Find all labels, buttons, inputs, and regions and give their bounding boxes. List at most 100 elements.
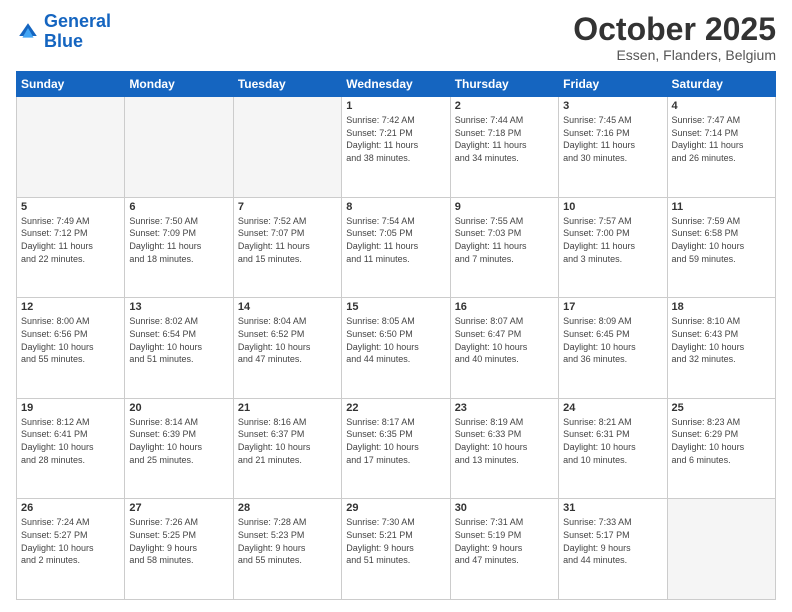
header: General Blue October 2025 Essen, Flander… <box>16 12 776 63</box>
calendar-cell-w4-d2: 28Sunrise: 7:28 AM Sunset: 5:23 PM Dayli… <box>233 499 341 600</box>
calendar-cell-w2-d4: 16 Sunrise: 8:07 AM Sunset: 6:47 PM Dayli… <box>450 298 558 399</box>
calendar-cell-w1-d3: 8 Sunrise: 7:54 AM Sunset: 7:05 PM Daylig… <box>342 197 450 298</box>
calendar-cell-w0-d3: 1 Sunrise: 7:42 AM Sunset: 7:21 PM Daylig… <box>342 97 450 198</box>
day-info: Sunrise: 7:52 AM Sunset: 7:07 PM Dayligh… <box>238 215 337 265</box>
week-row-1: 5 Sunrise: 7:49 AM Sunset: 7:12 PM Daylig… <box>17 197 776 298</box>
day-info: Sunrise: 7:55 AM Sunset: 7:03 PM Dayligh… <box>455 215 554 265</box>
day-number: 1 <box>346 100 445 112</box>
calendar-cell-w2-d5: 17 Sunrise: 8:09 AM Sunset: 6:45 PM Dayli… <box>559 298 667 399</box>
day-info: Sunrise: 7:30 AM Sunset: 5:21 PM Dayligh… <box>346 516 445 566</box>
day-number: 25 <box>672 402 771 414</box>
calendar-cell-w3-d6: 25 Sunrise: 8:23 AM Sunset: 6:29 PM Dayli… <box>667 398 775 499</box>
day-number: 22 <box>346 402 445 414</box>
month-title: October 2025 <box>573 12 776 47</box>
week-row-0: 1 Sunrise: 7:42 AM Sunset: 7:21 PM Daylig… <box>17 97 776 198</box>
logo-icon <box>16 20 40 44</box>
day-info: Sunrise: 8:19 AM Sunset: 6:33 PM Dayligh… <box>455 416 554 466</box>
week-row-4: 26Sunrise: 7:24 AM Sunset: 5:27 PM Dayli… <box>17 499 776 600</box>
day-number: 20 <box>129 402 228 414</box>
calendar-cell-w4-d6 <box>667 499 775 600</box>
day-number: 8 <box>346 201 445 213</box>
day-info: Sunrise: 7:44 AM Sunset: 7:18 PM Dayligh… <box>455 114 554 164</box>
logo-line1: General <box>44 11 111 31</box>
col-wednesday: Wednesday <box>342 72 450 97</box>
day-info: Sunrise: 7:33 AM Sunset: 5:17 PM Dayligh… <box>563 516 662 566</box>
calendar-cell-w1-d4: 9 Sunrise: 7:55 AM Sunset: 7:03 PM Daylig… <box>450 197 558 298</box>
day-info: Sunrise: 7:54 AM Sunset: 7:05 PM Dayligh… <box>346 215 445 265</box>
day-info: Sunrise: 8:02 AM Sunset: 6:54 PM Dayligh… <box>129 315 228 365</box>
day-info: Sunrise: 8:05 AM Sunset: 6:50 PM Dayligh… <box>346 315 445 365</box>
day-info: Sunrise: 8:21 AM Sunset: 6:31 PM Dayligh… <box>563 416 662 466</box>
calendar-cell-w0-d4: 2Sunrise: 7:44 AM Sunset: 7:18 PM Daylig… <box>450 97 558 198</box>
day-number: 19 <box>21 402 120 414</box>
calendar-cell-w0-d5: 3 Sunrise: 7:45 AM Sunset: 7:16 PM Daylig… <box>559 97 667 198</box>
calendar-cell-w2-d0: 12 Sunrise: 8:00 AM Sunset: 6:56 PM Dayli… <box>17 298 125 399</box>
day-number: 5 <box>21 201 120 213</box>
day-info: Sunrise: 8:12 AM Sunset: 6:41 PM Dayligh… <box>21 416 120 466</box>
day-number: 3 <box>563 100 662 112</box>
day-number: 7 <box>238 201 337 213</box>
calendar-cell-w2-d6: 18 Sunrise: 8:10 AM Sunset: 6:43 PM Dayli… <box>667 298 775 399</box>
day-number: 12 <box>21 301 120 313</box>
calendar-cell-w4-d4: 30 Sunrise: 7:31 AM Sunset: 5:19 PM Dayli… <box>450 499 558 600</box>
day-info: Sunrise: 8:17 AM Sunset: 6:35 PM Dayligh… <box>346 416 445 466</box>
logo: General Blue <box>16 12 111 52</box>
calendar-cell-w4-d3: 29Sunrise: 7:30 AM Sunset: 5:21 PM Dayli… <box>342 499 450 600</box>
day-info: Sunrise: 7:50 AM Sunset: 7:09 PM Dayligh… <box>129 215 228 265</box>
calendar-cell-w3-d3: 22 Sunrise: 8:17 AM Sunset: 6:35 PM Dayli… <box>342 398 450 499</box>
calendar-cell-w2-d3: 15 Sunrise: 8:05 AM Sunset: 6:50 PM Dayli… <box>342 298 450 399</box>
day-number: 24 <box>563 402 662 414</box>
day-info: Sunrise: 8:09 AM Sunset: 6:45 PM Dayligh… <box>563 315 662 365</box>
day-info: Sunrise: 8:10 AM Sunset: 6:43 PM Dayligh… <box>672 315 771 365</box>
calendar-cell-w0-d6: 4 Sunrise: 7:47 AM Sunset: 7:14 PM Daylig… <box>667 97 775 198</box>
title-block: October 2025 Essen, Flanders, Belgium <box>573 12 776 63</box>
calendar-cell-w1-d6: 11 Sunrise: 7:59 AM Sunset: 6:58 PM Dayli… <box>667 197 775 298</box>
day-number: 9 <box>455 201 554 213</box>
calendar-cell-w4-d1: 27Sunrise: 7:26 AM Sunset: 5:25 PM Dayli… <box>125 499 233 600</box>
location-subtitle: Essen, Flanders, Belgium <box>573 47 776 63</box>
calendar-cell-w3-d0: 19 Sunrise: 8:12 AM Sunset: 6:41 PM Dayli… <box>17 398 125 499</box>
day-number: 17 <box>563 301 662 313</box>
day-info: Sunrise: 8:23 AM Sunset: 6:29 PM Dayligh… <box>672 416 771 466</box>
calendar-cell-w2-d1: 13 Sunrise: 8:02 AM Sunset: 6:54 PM Dayli… <box>125 298 233 399</box>
calendar-cell-w0-d1 <box>125 97 233 198</box>
logo-line2: Blue <box>44 31 83 51</box>
day-number: 6 <box>129 201 228 213</box>
day-info: Sunrise: 7:59 AM Sunset: 6:58 PM Dayligh… <box>672 215 771 265</box>
day-number: 16 <box>455 301 554 313</box>
day-info: Sunrise: 8:14 AM Sunset: 6:39 PM Dayligh… <box>129 416 228 466</box>
day-number: 4 <box>672 100 771 112</box>
calendar-cell-w4-d5: 31 Sunrise: 7:33 AM Sunset: 5:17 PM Dayli… <box>559 499 667 600</box>
day-number: 18 <box>672 301 771 313</box>
day-info: Sunrise: 7:42 AM Sunset: 7:21 PM Dayligh… <box>346 114 445 164</box>
calendar-cell-w2-d2: 14Sunrise: 8:04 AM Sunset: 6:52 PM Dayli… <box>233 298 341 399</box>
col-monday: Monday <box>125 72 233 97</box>
day-info: Sunrise: 7:26 AM Sunset: 5:25 PM Dayligh… <box>129 516 228 566</box>
col-sunday: Sunday <box>17 72 125 97</box>
col-tuesday: Tuesday <box>233 72 341 97</box>
calendar-cell-w0-d0 <box>17 97 125 198</box>
calendar-cell-w1-d2: 7 Sunrise: 7:52 AM Sunset: 7:07 PM Daylig… <box>233 197 341 298</box>
day-info: Sunrise: 7:31 AM Sunset: 5:19 PM Dayligh… <box>455 516 554 566</box>
day-info: Sunrise: 7:45 AM Sunset: 7:16 PM Dayligh… <box>563 114 662 164</box>
day-info: Sunrise: 8:07 AM Sunset: 6:47 PM Dayligh… <box>455 315 554 365</box>
day-number: 13 <box>129 301 228 313</box>
day-info: Sunrise: 7:49 AM Sunset: 7:12 PM Dayligh… <box>21 215 120 265</box>
day-info: Sunrise: 8:16 AM Sunset: 6:37 PM Dayligh… <box>238 416 337 466</box>
day-number: 23 <box>455 402 554 414</box>
day-number: 15 <box>346 301 445 313</box>
day-number: 31 <box>563 502 662 514</box>
calendar-cell-w3-d2: 21 Sunrise: 8:16 AM Sunset: 6:37 PM Dayli… <box>233 398 341 499</box>
day-info: Sunrise: 7:47 AM Sunset: 7:14 PM Dayligh… <box>672 114 771 164</box>
day-number: 21 <box>238 402 337 414</box>
col-saturday: Saturday <box>667 72 775 97</box>
day-number: 11 <box>672 201 771 213</box>
day-info: Sunrise: 8:00 AM Sunset: 6:56 PM Dayligh… <box>21 315 120 365</box>
calendar-cell-w4-d0: 26Sunrise: 7:24 AM Sunset: 5:27 PM Dayli… <box>17 499 125 600</box>
page: General Blue October 2025 Essen, Flander… <box>0 0 792 612</box>
week-row-2: 12 Sunrise: 8:00 AM Sunset: 6:56 PM Dayli… <box>17 298 776 399</box>
day-number: 30 <box>455 502 554 514</box>
day-info: Sunrise: 7:28 AM Sunset: 5:23 PM Dayligh… <box>238 516 337 566</box>
day-info: Sunrise: 7:24 AM Sunset: 5:27 PM Dayligh… <box>21 516 120 566</box>
calendar-cell-w3-d4: 23 Sunrise: 8:19 AM Sunset: 6:33 PM Dayli… <box>450 398 558 499</box>
